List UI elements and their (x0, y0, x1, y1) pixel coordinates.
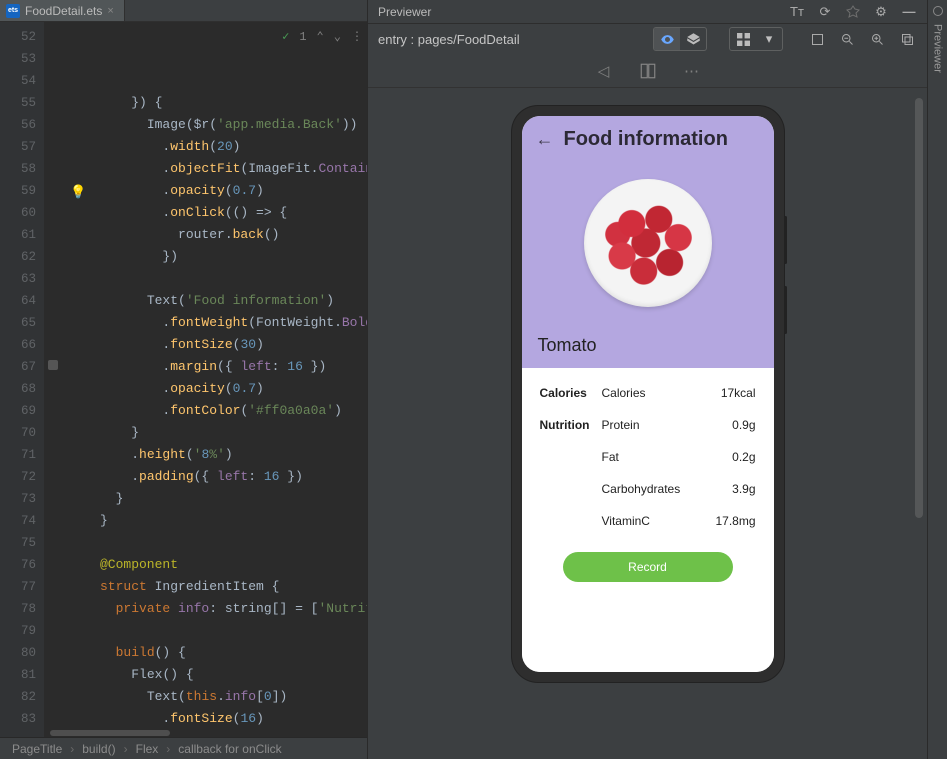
breadcrumb-item[interactable]: build() (82, 742, 115, 756)
preview-entry-path: entry : pages/FoodDetail (378, 32, 520, 47)
kebab-icon[interactable]: ⋮ (351, 26, 363, 48)
device-screen: ← Food information Tomato CaloriesCalori… (522, 116, 774, 672)
file-type-badge: ets (6, 4, 20, 18)
eye-icon[interactable] (654, 28, 680, 50)
nutrition-label: Carbohydrates (602, 482, 702, 496)
nutrition-row: NutritionProtein0.9g (540, 418, 756, 432)
preview-pane: Previewer Tᴛ ⟳ ⚙ — entry : pages/FoodDet… (367, 0, 927, 759)
grid-icon[interactable] (730, 28, 756, 50)
nutrition-label: Calories (602, 386, 702, 400)
h-scrollbar-thumb[interactable] (50, 730, 170, 736)
chevron-up-icon[interactable]: ⌃ (317, 26, 324, 48)
editor-pane: ets FoodDetail.ets × 5253545556575859606… (0, 0, 367, 759)
zoom-in-icon[interactable] (865, 29, 889, 49)
nutrition-value: 17kcal (702, 386, 756, 400)
preview-titlebar: Previewer Tᴛ ⟳ ⚙ — (368, 0, 927, 24)
preview-title: Previewer (378, 5, 431, 19)
nutrition-row: Fat0.2g (540, 450, 756, 464)
line-number-gutter: 5253545556575859606162636465666768697071… (0, 22, 44, 737)
chevron-down-icon[interactable]: ⌄ (334, 26, 341, 48)
code-body[interactable]: ✓ 1 ⌃ ⌄ ⋮ }) { Image($r('app.media.Back'… (100, 22, 367, 737)
nutrition-value: 3.9g (702, 482, 756, 496)
editor-tab-active[interactable]: ets FoodDetail.ets × (0, 0, 125, 21)
nutrition-row: Carbohydrates3.9g (540, 482, 756, 496)
food-image-wrap (536, 151, 760, 335)
grid-dropdown-icon[interactable]: ▾ (756, 28, 782, 50)
nutrition-label: VitaminC (602, 514, 702, 528)
food-image (584, 179, 712, 307)
right-toolwindow-stripe: Previewer (927, 0, 947, 759)
view-toggle-group-2: ▾ (729, 27, 783, 51)
marker-stripe: 💡 (44, 22, 100, 737)
food-header-row: ← Food information (536, 128, 760, 151)
previewer-stripe-label[interactable]: Previewer (932, 20, 944, 77)
nav-split-icon[interactable] (634, 59, 662, 83)
lightbulb-icon[interactable]: 💡 (70, 184, 86, 200)
page-title: Food information (564, 128, 728, 151)
view-toggle-group-1 (653, 27, 707, 51)
breadcrumb-item[interactable]: callback for onClick (178, 742, 281, 756)
app-root: ets FoodDetail.ets × 5253545556575859606… (0, 0, 947, 759)
editor-tabs: ets FoodDetail.ets × (0, 0, 367, 22)
nutrition-group: Calories (540, 386, 602, 400)
nutrition-group: Nutrition (540, 418, 602, 432)
profiler-icon[interactable] (841, 2, 865, 22)
refresh-icon[interactable]: ⟳ (813, 2, 837, 22)
rotate-icon[interactable] (805, 29, 829, 49)
preview-v-scrollbar-thumb[interactable] (915, 98, 923, 518)
layers-icon[interactable] (680, 28, 706, 50)
nutrition-value: 17.8mg (702, 514, 756, 528)
nutrition-label: Protein (602, 418, 702, 432)
nutrition-value: 0.2g (702, 450, 756, 464)
preview-nav: ◁ ⋯ (368, 54, 927, 88)
food-name: Tomato (536, 335, 760, 358)
editor-tab-filename: FoodDetail.ets (25, 4, 102, 18)
nutrition-row: CaloriesCalories17kcal (540, 386, 756, 400)
font-size-icon[interactable]: Tᴛ (785, 2, 809, 22)
gear-icon[interactable]: ⚙ (869, 2, 893, 22)
nutrition-label: Fat (602, 450, 702, 464)
close-icon[interactable]: × (107, 5, 113, 17)
nav-more-icon[interactable]: ⋯ (678, 59, 706, 83)
breakpoint-icon[interactable] (48, 360, 58, 370)
code-area[interactable]: 5253545556575859606162636465666768697071… (0, 22, 367, 737)
back-arrow-icon[interactable]: ← (536, 129, 554, 150)
preview-subbar: entry : pages/FoodDetail ▾ (368, 24, 927, 54)
previewer-stripe-icon[interactable] (933, 6, 943, 16)
breadcrumb-item[interactable]: Flex (136, 742, 159, 756)
check-icon: ✓ (282, 26, 289, 48)
breadcrumb[interactable]: PageTitle build() Flex callback for onClick (0, 737, 367, 759)
multi-window-icon[interactable] (895, 29, 919, 49)
nutrition-list: CaloriesCalories17kcalNutritionProtein0.… (522, 368, 774, 672)
record-button[interactable]: Record (563, 552, 733, 582)
inspection-widget[interactable]: ✓ 1 ⌃ ⌄ ⋮ (276, 26, 363, 48)
h-scrollbar[interactable] (44, 729, 367, 737)
nav-back-icon[interactable]: ◁ (590, 59, 618, 83)
breadcrumb-item[interactable]: PageTitle (12, 742, 62, 756)
inspection-count: 1 (299, 26, 306, 48)
nutrition-row: VitaminC17.8mg (540, 514, 756, 528)
device-frame: ← Food information Tomato CaloriesCalori… (512, 106, 784, 682)
minimize-icon[interactable]: — (897, 2, 921, 22)
zoom-out-icon[interactable] (835, 29, 859, 49)
preview-stage: ← Food information Tomato CaloriesCalori… (368, 88, 927, 759)
preview-v-scrollbar[interactable] (915, 98, 923, 749)
food-header-area: ← Food information Tomato (522, 116, 774, 368)
nutrition-value: 0.9g (702, 418, 756, 432)
